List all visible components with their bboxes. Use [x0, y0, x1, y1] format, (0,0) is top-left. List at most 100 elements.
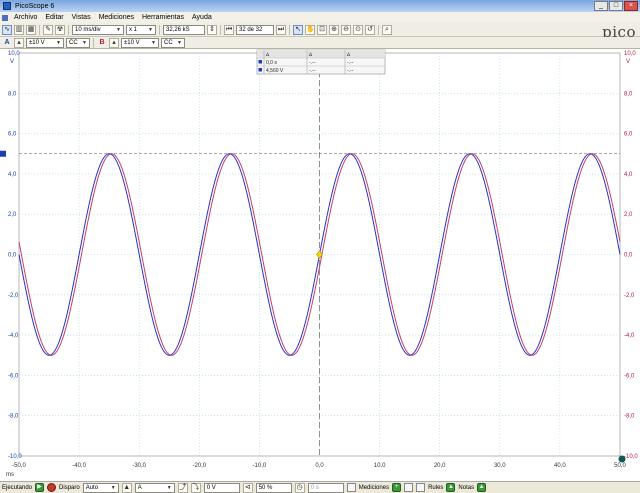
persistence-mode-icon[interactable]: ▦ [26, 24, 36, 35]
stepper-icon[interactable]: ⇕ [207, 24, 217, 35]
zoom-out-icon[interactable]: ⊖ [341, 24, 351, 35]
measure-table-cell: 4,560 V [266, 68, 284, 74]
zoom-fit-icon[interactable]: ⊙ [353, 24, 363, 35]
samples-field[interactable]: 32,26 kS [163, 24, 205, 35]
trigger-source-select[interactable]: A ▼ [134, 482, 175, 493]
channel-a-settings-icon[interactable]: ▴ [14, 37, 24, 48]
y-left-tick-label: -4,0 [8, 333, 19, 339]
zoom-reset-icon[interactable]: ⌕ [382, 24, 392, 35]
channel-a-coupling-select[interactable]: CC ▼ [66, 37, 90, 48]
probe-icon[interactable]: ✎ [43, 24, 53, 35]
x-tick-label: 30,0 [494, 463, 506, 469]
delay-field[interactable]: 0 s [307, 482, 344, 493]
chevron-down-icon: ▼ [82, 39, 87, 46]
channel-a-coupling: CC [69, 39, 78, 46]
chevron-down-icon: ▼ [116, 26, 121, 33]
zoom-in-icon[interactable]: ⊕ [329, 24, 339, 35]
channel-toolbar: A ▴ ±10 V ▼ CC ▼ B ▴ ±10 V ▼ CC ▼ [0, 37, 640, 49]
next-capture-icon[interactable]: ⏭ [276, 24, 286, 35]
title-bar: PicoScope 6 _ □ × [0, 0, 640, 12]
multiplier-select[interactable]: x 1 ▼ [126, 24, 156, 35]
trigger-level-field[interactable]: 0 V [203, 482, 240, 493]
hand-icon[interactable]: ✋ [305, 24, 315, 35]
scope-mode-icon[interactable]: ∿ [2, 24, 12, 35]
channel-b-range-select[interactable]: ±10 V ▼ [121, 37, 159, 48]
add-measurement-button[interactable]: + [392, 483, 402, 492]
maximize-button[interactable]: □ [609, 1, 623, 11]
toolbar-separator [93, 37, 94, 48]
measure-row-swatch [258, 68, 262, 72]
menu-editar[interactable]: Editar [41, 14, 67, 21]
zoom-area-icon[interactable]: ⊡ [317, 24, 327, 35]
menu-mediciones[interactable]: Mediciones [95, 14, 138, 21]
status-bar: Ejecutando ▶ Disparo Auto ▼ ▲ A ▼ ⤴ ⤵ 0 V … [0, 481, 640, 493]
spectrum-mode-icon[interactable]: ▥ [14, 24, 24, 35]
chevron-down-icon: ▼ [166, 484, 172, 491]
y-axis-right: 10,0 8,0 6,0 4,0 2,0 0,0 -2,0 -4,0 -6,0 -8,0 -10,0 [624, 51, 638, 460]
x-tick-label: 40,0 [554, 463, 566, 469]
x-tick-label: -10,0 [253, 463, 267, 469]
menu-herramientas[interactable]: Herramientas [138, 14, 188, 21]
rulers-button[interactable]: ▲ [446, 483, 456, 492]
edit-measurement-icon[interactable] [404, 483, 414, 492]
x-tick-label: 20,0 [434, 463, 446, 469]
offset-knob[interactable] [618, 455, 626, 463]
menu-vistas[interactable]: Vistas [68, 14, 95, 21]
capture-index-field[interactable]: 32 de 32 [236, 24, 274, 35]
falling-edge-icon[interactable]: ⤵ [190, 482, 201, 493]
trigger-pos-icon[interactable]: ⊲ [242, 482, 253, 493]
delay-icon[interactable]: ◷ [294, 482, 305, 493]
minimize-button[interactable]: _ [594, 1, 608, 11]
notes-button[interactable]: ▲ [477, 483, 487, 492]
channel-b-settings-icon[interactable]: ▴ [109, 37, 119, 48]
delay-value: 0 s [310, 484, 319, 491]
generator-icon[interactable]: ☢ [55, 24, 65, 35]
measure-table-header-bg [257, 50, 385, 58]
first-capture-icon[interactable]: ⏮ [224, 24, 234, 35]
measure-table-cell: 0,0 s [266, 60, 277, 66]
pointer-icon[interactable]: ↖ [293, 24, 303, 35]
y-right-tick-label: -4,0 [624, 333, 635, 339]
channel-b-range: ±10 V [124, 39, 140, 46]
menu-archivo[interactable]: Archivo [10, 14, 41, 21]
running-label: Ejecutando [2, 484, 33, 491]
x-axis-unit: ms [6, 472, 14, 478]
measure-table[interactable]: ∆ ∆ ∆0,0 s -.-- -.--4,560 V -.-- -.-- [256, 49, 386, 75]
properties-icon[interactable] [346, 483, 356, 492]
y-axis-left: 10,0 8,0 6,0 4,0 2,0 0,0 -2,0 -4,0 -6,0 -8,0 -10,0 [8, 51, 22, 460]
measure-row-swatch [258, 60, 262, 64]
toolbar-separator [159, 24, 160, 35]
scope-plot[interactable]: 10,0 8,0 6,0 4,0 2,0 0,0 -2,0 -4,0 -6,0 -8,0 -10,0… [0, 49, 640, 481]
scope-view[interactable]: 10,0 8,0 6,0 4,0 2,0 0,0 -2,0 -4,0 -6,0 -8,0 -10,0… [0, 49, 640, 481]
channel-b-coupling: CC [164, 39, 173, 46]
channel-b-label: B [99, 38, 105, 46]
zoom-prev-icon[interactable]: ↺ [365, 24, 375, 35]
delete-measurement-icon[interactable] [416, 483, 426, 492]
x-tick-label: 50,0 [614, 463, 626, 469]
run-button[interactable]: ▶ [35, 483, 45, 492]
x-tick-label: -20,0 [192, 463, 206, 469]
measure-table-cell: -.-- [347, 68, 354, 74]
rising-edge-icon[interactable]: ⤴ [177, 482, 188, 493]
toolbar-separator [378, 24, 379, 35]
chevron-down-icon: ▼ [110, 484, 116, 491]
timebase-select[interactable]: 10 ms/div ▼ [72, 24, 124, 35]
trigger-mode-select[interactable]: Auto ▼ [82, 482, 119, 493]
channel-a-label: A [4, 38, 10, 46]
trigger-edge-icon[interactable]: ▲ [121, 482, 132, 493]
menu-ayuda[interactable]: Ayuda [188, 14, 216, 21]
channel-a-range-select[interactable]: ±10 V ▼ [26, 37, 64, 48]
y-right-tick-label: 0,0 [624, 253, 633, 259]
measure-table-cell: -.-- [309, 60, 316, 66]
y-right-tick-label: 4,0 [624, 172, 633, 178]
channel-b-coupling-select[interactable]: CC ▼ [161, 37, 185, 48]
stop-button[interactable] [47, 483, 57, 492]
trigger-mode-value: Auto [85, 484, 99, 491]
trigger-source-value: A [137, 484, 142, 491]
measure-table-cell: -.-- [309, 68, 316, 74]
close-button[interactable]: × [624, 1, 638, 11]
ruler-handle[interactable] [0, 150, 6, 157]
trigger-pos-field[interactable]: 50 % [255, 482, 292, 493]
rulers-label: Rules [428, 484, 444, 491]
y-left-tick-label: 6,0 [8, 132, 17, 138]
